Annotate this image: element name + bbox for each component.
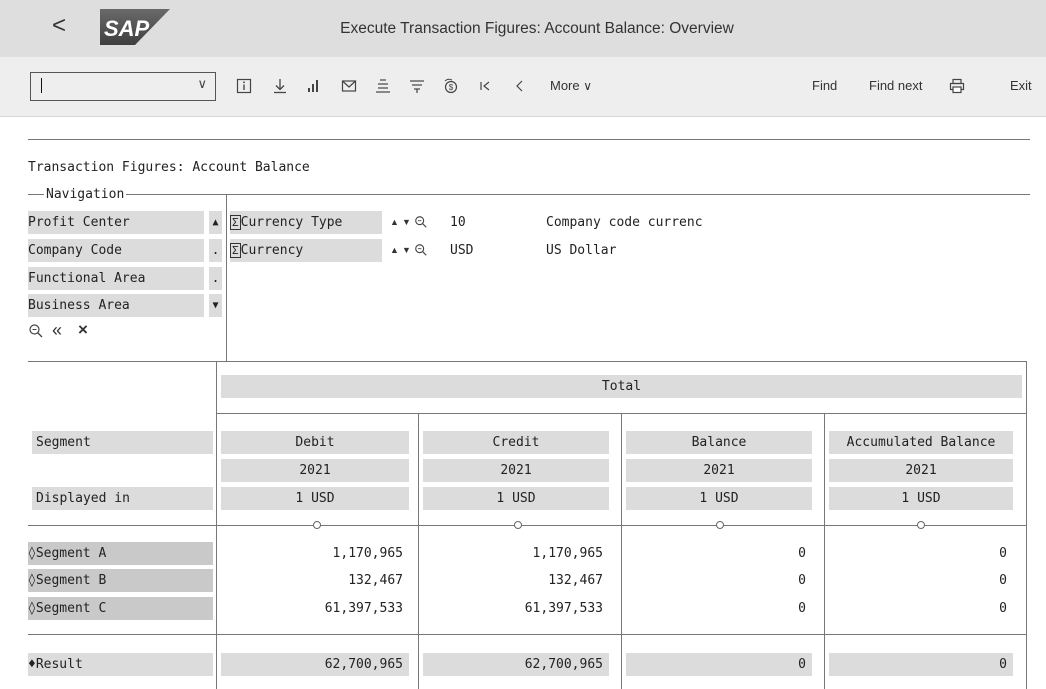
filter-text: Company code currenc bbox=[546, 215, 703, 230]
result-cell: 0 bbox=[626, 653, 812, 676]
row-label-segment-b[interactable]: ◊Segment B bbox=[28, 569, 213, 592]
sort-up-icon[interactable]: ▲ bbox=[390, 239, 399, 262]
nav-item-business-area[interactable]: Business Area bbox=[28, 294, 204, 317]
first-icon[interactable] bbox=[475, 72, 495, 100]
nav-item-marker[interactable]: ▼ bbox=[209, 294, 222, 317]
table-cell: 61,397,533 bbox=[524, 601, 603, 616]
exit-button[interactable]: Exit bbox=[1010, 72, 1032, 100]
print-icon[interactable] bbox=[946, 72, 968, 100]
navigation-label: Navigation bbox=[44, 183, 127, 206]
nav-item-profit-center[interactable]: Profit Center bbox=[28, 211, 204, 234]
more-label: More bbox=[550, 78, 580, 93]
nav-item-label: Profit Center bbox=[28, 215, 130, 230]
column-resize-handle[interactable] bbox=[917, 521, 925, 529]
back-button[interactable]: < bbox=[52, 14, 66, 38]
col-unit: 1 USD bbox=[626, 487, 812, 510]
column-resize-handle[interactable] bbox=[313, 521, 321, 529]
col-header-credit[interactable]: Credit bbox=[423, 431, 609, 454]
col-unit: 1 USD bbox=[423, 487, 609, 510]
result-cell: 62,700,965 bbox=[423, 653, 609, 676]
sigma-icon: Σ bbox=[230, 243, 241, 258]
find-next-button[interactable]: Find next bbox=[869, 72, 922, 100]
zoom-icon[interactable] bbox=[28, 323, 46, 341]
table-cell: 0 bbox=[999, 573, 1007, 588]
col-year: 2021 bbox=[423, 459, 609, 482]
filter-currency-type[interactable]: Σ Currency Type bbox=[230, 211, 382, 234]
col-header-balance[interactable]: Balance bbox=[626, 431, 812, 454]
col-unit: 1 USD bbox=[221, 487, 409, 510]
chevron-down-icon: ∨ bbox=[583, 79, 593, 93]
title-bar: Execute Transaction Figures: Account Bal… bbox=[0, 0, 1046, 57]
filter-key: USD bbox=[450, 243, 474, 258]
filter-key: 10 bbox=[450, 215, 466, 230]
nav-item-label: Business Area bbox=[28, 298, 130, 313]
col-year: 2021 bbox=[626, 459, 812, 482]
close-icon[interactable]: × bbox=[78, 320, 88, 340]
nav-item-marker[interactable]: ▲ bbox=[209, 211, 222, 234]
table-cell: 1,170,965 bbox=[532, 546, 603, 561]
result-row-label[interactable]: ♦Result bbox=[28, 653, 213, 676]
sap-logo: SAP bbox=[100, 9, 170, 45]
column-resize-handle[interactable] bbox=[716, 521, 724, 529]
total-header: Total bbox=[221, 375, 1022, 398]
segment-header[interactable]: Segment bbox=[32, 431, 213, 454]
report-title: Transaction Figures: Account Balance bbox=[28, 160, 310, 175]
svg-text:$: $ bbox=[449, 83, 454, 92]
sort-down-icon[interactable]: ▼ bbox=[402, 239, 411, 262]
result-cell: 0 bbox=[829, 653, 1013, 676]
filter-label: Currency bbox=[240, 243, 304, 258]
command-field[interactable]: ∨ bbox=[30, 72, 216, 101]
info-icon[interactable] bbox=[234, 72, 254, 100]
download-icon[interactable] bbox=[270, 72, 290, 100]
chart-icon[interactable] bbox=[304, 72, 324, 100]
nav-item-functional-area[interactable]: Functional Area bbox=[28, 267, 204, 290]
col-header-debit[interactable]: Debit bbox=[221, 431, 409, 454]
align-icon[interactable] bbox=[373, 72, 393, 100]
column-resize-handle[interactable] bbox=[514, 521, 522, 529]
col-unit: 1 USD bbox=[829, 487, 1013, 510]
nav-item-company-code[interactable]: Company Code bbox=[28, 239, 204, 262]
more-menu[interactable]: More ∨ bbox=[550, 72, 592, 100]
sort-up-icon[interactable]: ▲ bbox=[390, 211, 399, 234]
table-cell: 0 bbox=[999, 601, 1007, 616]
collapse-icon[interactable]: « bbox=[52, 321, 62, 339]
table-cell: 61,397,533 bbox=[324, 601, 403, 616]
row-label-segment-a[interactable]: ◊Segment A bbox=[28, 542, 213, 565]
table-cell: 1,170,965 bbox=[332, 546, 403, 561]
previous-icon[interactable] bbox=[510, 72, 530, 100]
nav-item-marker[interactable]: . bbox=[209, 267, 222, 290]
col-year: 2021 bbox=[221, 459, 409, 482]
row-label-segment-c[interactable]: ◊Segment C bbox=[28, 597, 213, 620]
sort-down-icon[interactable]: ▼ bbox=[402, 211, 411, 234]
logo-text: SAP bbox=[104, 16, 150, 41]
nav-item-label: Functional Area bbox=[28, 271, 146, 286]
filter-icon[interactable] bbox=[407, 72, 427, 100]
table-cell: 0 bbox=[999, 546, 1007, 561]
displayed-in-label: Displayed in bbox=[32, 487, 213, 510]
currency-icon[interactable]: $ bbox=[440, 72, 462, 100]
nav-item-marker[interactable]: . bbox=[209, 239, 222, 262]
table-cell: 132,467 bbox=[548, 573, 603, 588]
table-cell: 0 bbox=[798, 573, 806, 588]
mail-icon[interactable] bbox=[339, 72, 359, 100]
chevron-down-icon[interactable]: ∨ bbox=[197, 76, 207, 92]
filter-text: US Dollar bbox=[546, 243, 617, 258]
zoom-icon[interactable] bbox=[414, 243, 428, 262]
sigma-icon: Σ bbox=[230, 215, 241, 230]
filter-label: Currency Type bbox=[240, 215, 343, 230]
table-cell: 0 bbox=[798, 601, 806, 616]
table-cell: 0 bbox=[798, 546, 806, 561]
find-button[interactable]: Find bbox=[812, 72, 837, 100]
zoom-icon[interactable] bbox=[414, 215, 428, 234]
nav-item-label: Company Code bbox=[28, 243, 122, 258]
col-header-accumulated-balance[interactable]: Accumulated Balance bbox=[829, 431, 1013, 454]
result-cell: 62,700,965 bbox=[221, 653, 409, 676]
filter-currency[interactable]: Σ Currency bbox=[230, 239, 382, 262]
col-year: 2021 bbox=[829, 459, 1013, 482]
table-cell: 132,467 bbox=[348, 573, 403, 588]
